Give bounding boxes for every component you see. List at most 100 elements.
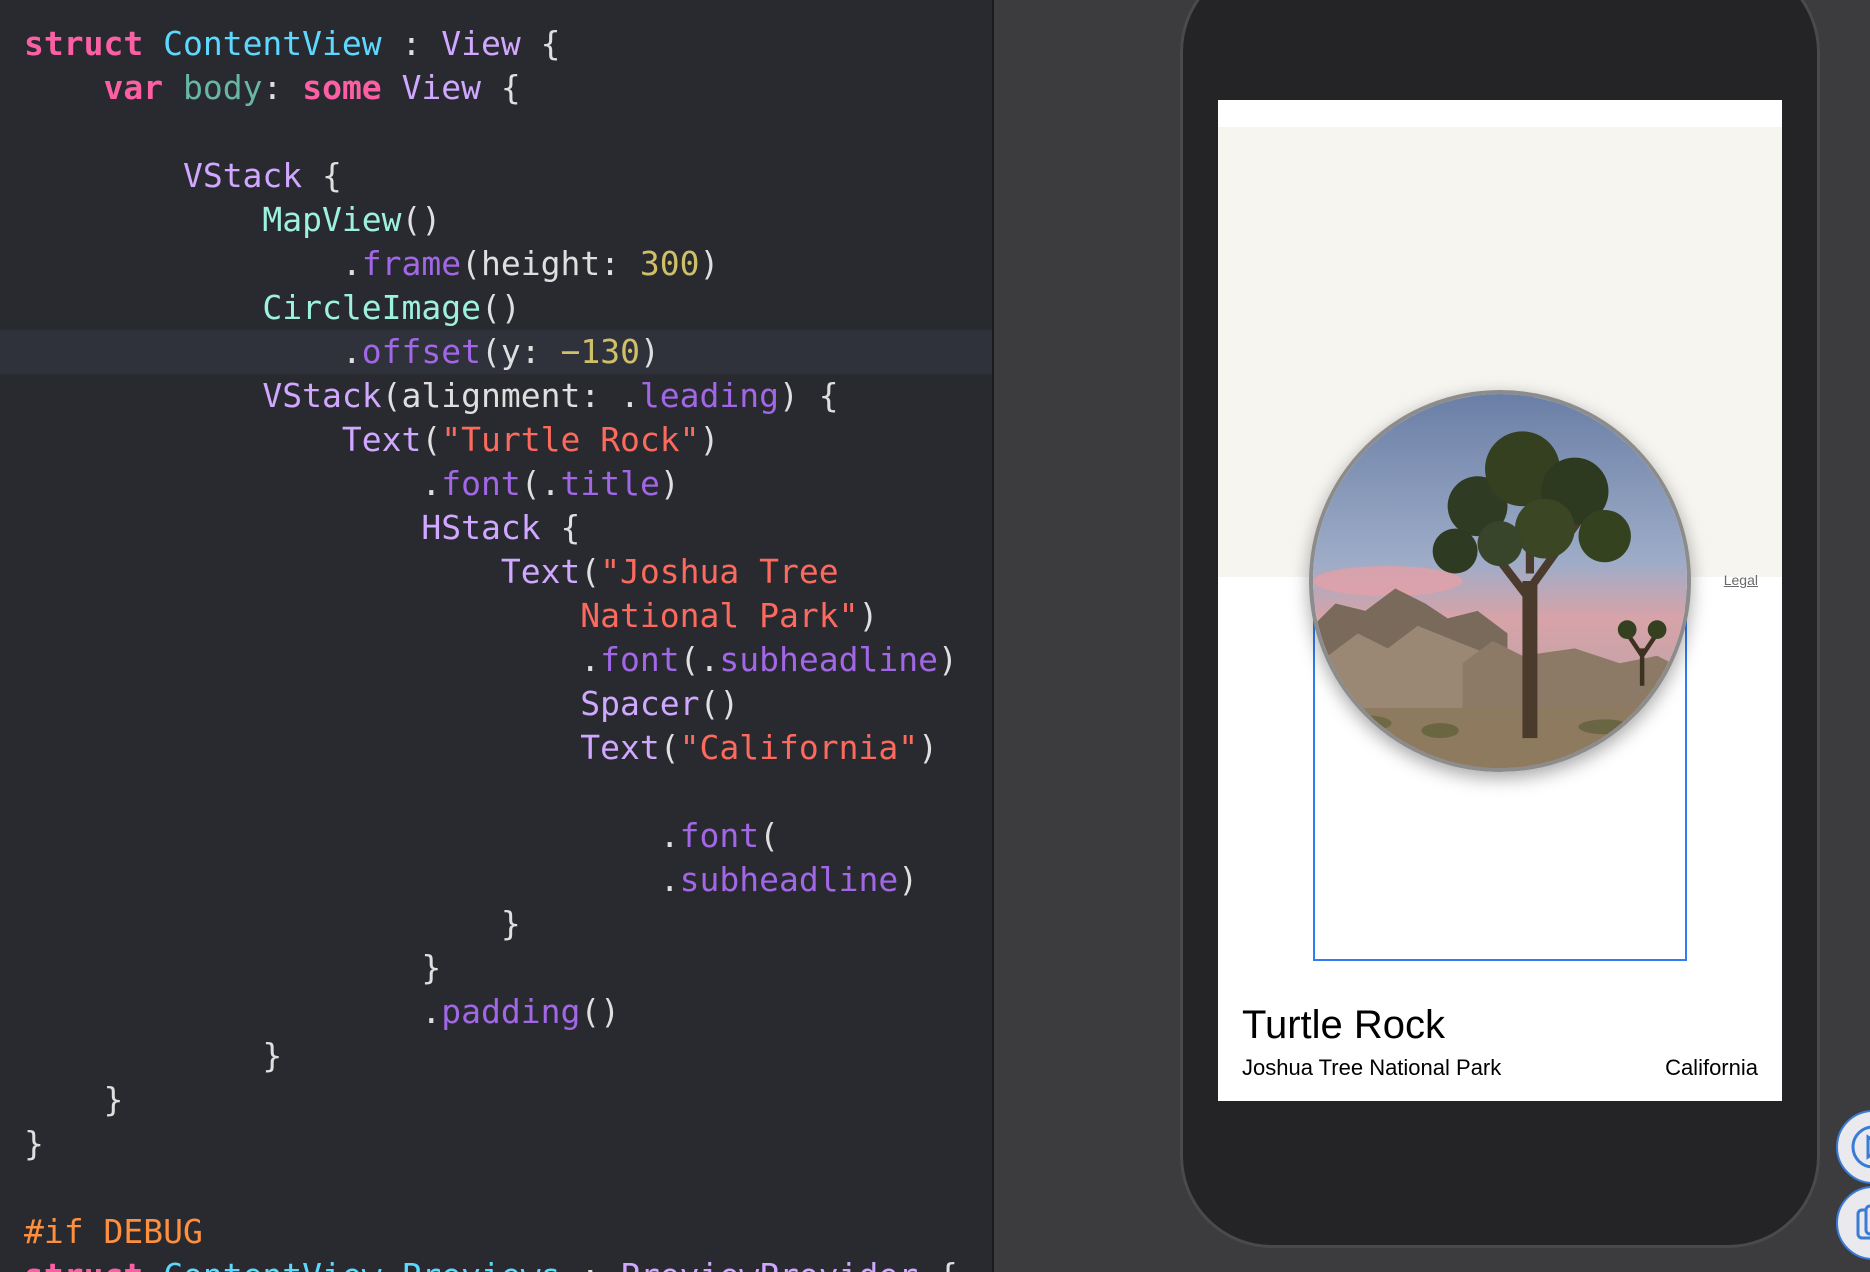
code-line[interactable]: Text("Turtle Rock") — [24, 418, 958, 462]
map-legal-link[interactable]: Legal — [1724, 572, 1758, 588]
code-line[interactable]: HStack { — [24, 506, 958, 550]
code-token: . — [24, 464, 442, 503]
code-token: ContentView — [163, 24, 382, 63]
code-token: (. — [679, 640, 720, 679]
joshua-tree-photo — [1313, 394, 1687, 768]
code-token: () — [580, 992, 621, 1031]
code-line[interactable]: CircleImage() — [24, 286, 958, 330]
code-token: { — [520, 24, 561, 63]
code-token: . — [24, 992, 442, 1031]
code-token: struct — [24, 24, 144, 63]
code-token: HStack — [421, 508, 541, 547]
code-token: } — [24, 1124, 44, 1163]
code-token: ( — [759, 816, 779, 855]
code-token: #if DEBUG — [24, 1212, 203, 1251]
code-token: (. — [520, 464, 561, 503]
code-token: ) — [699, 244, 720, 283]
code-line[interactable]: VStack(alignment: .leading) { — [24, 374, 958, 418]
code-line[interactable]: } — [24, 1122, 958, 1166]
code-token: Text — [500, 552, 581, 591]
code-line[interactable]: .subheadline) — [24, 858, 958, 902]
code-token: PreviewProvider — [620, 1256, 918, 1272]
code-token: . — [24, 816, 680, 855]
code-line[interactable]: .font(.subheadline) — [24, 638, 958, 682]
code-token: body — [182, 68, 263, 107]
code-line[interactable]: MapView() — [24, 198, 958, 242]
code-token: some — [302, 68, 382, 107]
code-line[interactable]: } — [24, 1078, 958, 1122]
code-line[interactable] — [24, 1166, 958, 1210]
code-line[interactable]: .font( — [24, 814, 958, 858]
park-name: Joshua Tree National Park — [1242, 1055, 1502, 1080]
code-token: subheadline — [719, 640, 938, 679]
code-token: Text — [580, 728, 660, 767]
code-editor[interactable]: struct ContentView : View { var body: so… — [0, 0, 992, 1272]
code-token: . — [24, 244, 362, 283]
code-token: ) { — [779, 376, 839, 415]
state-name: California — [1665, 1055, 1758, 1080]
code-token: "Turtle Rock" — [441, 420, 700, 459]
code-token: var — [103, 68, 164, 107]
code-line[interactable]: Spacer() — [24, 682, 958, 726]
duplicate-icon — [1856, 1204, 1870, 1240]
code-token: offset — [361, 332, 481, 371]
code-line[interactable]: .offset(y: −130) — [24, 330, 958, 374]
code-line[interactable]: struct ContentView_Previews : PreviewPro… — [24, 1254, 958, 1272]
code-token: font — [441, 464, 521, 503]
code-line[interactable]: .frame(height: 300) — [24, 242, 958, 286]
code-line[interactable]: } — [24, 1034, 958, 1078]
device-screen: Legal Turtle Rock Joshua Tree National P… — [1218, 100, 1782, 1101]
code-line[interactable]: #if DEBUG — [24, 1210, 958, 1254]
play-circle-icon — [1851, 1125, 1870, 1169]
circle-image[interactable] — [1309, 390, 1691, 772]
code-token: title — [560, 464, 660, 503]
code-line[interactable]: Text("California") — [24, 726, 958, 770]
source-code[interactable]: struct ContentView : View { var body: so… — [24, 22, 958, 1272]
code-token: (alignment: . — [381, 376, 640, 415]
code-token: ContentView_Previews — [163, 1256, 560, 1272]
code-token: { — [302, 156, 342, 195]
code-line[interactable]: } — [24, 946, 958, 990]
code-token: : — [381, 24, 442, 63]
code-token: subheadline — [679, 860, 899, 899]
code-token: VStack — [262, 376, 382, 415]
code-line[interactable]: } — [24, 902, 958, 946]
code-token: ) — [918, 728, 938, 767]
code-line[interactable]: Text("Joshua Tree — [24, 550, 958, 594]
code-token: MapView — [262, 200, 402, 239]
code-line[interactable]: .padding() — [24, 990, 958, 1034]
code-token: ( — [580, 552, 601, 591]
code-token: } — [24, 1080, 124, 1119]
code-token: "California" — [679, 728, 919, 767]
code-line[interactable]: National Park") — [24, 594, 958, 638]
code-token: ( — [421, 420, 442, 459]
code-line[interactable]: VStack { — [24, 154, 958, 198]
code-line[interactable]: struct ContentView : View { — [24, 22, 958, 66]
code-token: Spacer — [580, 684, 700, 723]
code-token: ( — [659, 728, 680, 767]
code-line[interactable] — [24, 110, 958, 154]
code-token: View — [441, 24, 521, 63]
code-token: { — [481, 68, 521, 107]
code-token: leading — [639, 376, 779, 415]
code-line[interactable]: var body: some View { — [24, 66, 958, 110]
code-token: VStack — [182, 156, 303, 195]
code-token: ) — [858, 596, 879, 635]
code-token: } — [24, 1036, 283, 1075]
code-token: () — [480, 288, 521, 327]
code-token: ) — [937, 640, 958, 679]
code-line[interactable]: .font(.title) — [24, 462, 958, 506]
code-token: () — [401, 200, 442, 239]
code-line[interactable] — [24, 770, 958, 814]
code-token: ) — [699, 420, 720, 459]
